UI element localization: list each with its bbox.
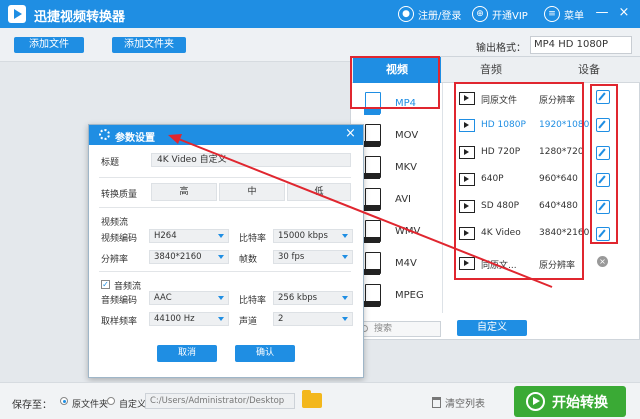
format-item[interactable]: M4V: [351, 247, 442, 281]
format-name: MPEG: [395, 290, 424, 301]
title-bar: 迅捷视频转换器 ● 注册/登录 ⊕ 开通VIP ≡ 菜单 — ×: [0, 0, 640, 28]
video-bitrate-label: 比特率: [239, 234, 267, 244]
app-logo-icon: [8, 5, 26, 23]
video-codec-label: 视频编码: [101, 234, 138, 244]
quality-high-option[interactable]: 高: [151, 183, 217, 201]
divider: [99, 207, 351, 208]
resolution-label: 分辨率: [101, 255, 129, 265]
bottom-bar: 保存至： 原文件夹 自定义 C:/Users/Administrator/Des…: [0, 382, 640, 419]
channel-label: 声道: [239, 317, 258, 327]
save-to-label: 保存至：: [12, 400, 52, 411]
custom-button[interactable]: 自定义: [457, 320, 527, 336]
tab-audio[interactable]: 音频: [447, 57, 535, 83]
vip-button[interactable]: ⊕ 开通VIP: [472, 5, 528, 23]
dialog-header: 参数设置 ×: [89, 125, 363, 145]
source-folder-label: 原文件夹: [72, 400, 109, 410]
format-name: M4V: [395, 258, 417, 269]
tab-device[interactable]: 设备: [541, 57, 637, 83]
sample-rate-select[interactable]: 44100 Hz: [149, 312, 229, 326]
delete-preset-icon[interactable]: ×: [597, 256, 608, 267]
search-placeholder: 搜索: [374, 324, 393, 334]
video-stream-heading: 视频流: [101, 218, 129, 228]
divider: [99, 271, 351, 272]
video-file-icon: [364, 252, 381, 275]
video-file-icon: [364, 220, 381, 243]
cart-icon: ⊕: [472, 6, 488, 22]
audio-codec-label: 音频编码: [101, 296, 138, 306]
dialog-title: 参数设置: [115, 133, 155, 144]
confirm-button[interactable]: 确认: [235, 345, 295, 362]
highlight-box: [350, 56, 440, 109]
title-label: 标题: [101, 158, 120, 168]
add-folder-button[interactable]: 添加文件夹: [112, 37, 186, 53]
custom-folder-label: 自定义: [119, 400, 147, 410]
output-path-input[interactable]: C:/Users/Administrator/Desktop: [145, 393, 295, 409]
channel-select[interactable]: 2: [273, 312, 353, 326]
audio-stream-heading: 音频流: [114, 282, 142, 292]
format-name: MKV: [395, 162, 418, 173]
app-title: 迅捷视频转换器: [34, 10, 126, 25]
format-item[interactable]: MKV: [351, 151, 442, 185]
quality-label: 转换质量: [101, 190, 138, 200]
cancel-button[interactable]: 取消: [157, 345, 217, 362]
quality-low-option[interactable]: 低: [287, 183, 351, 201]
resolution-select[interactable]: 3840*2160: [149, 250, 229, 264]
format-name: WMV: [395, 226, 421, 237]
audio-bitrate-select[interactable]: 256 kbps: [273, 291, 353, 305]
video-file-icon: [364, 156, 381, 179]
fps-select[interactable]: 30 fps: [273, 250, 353, 264]
clear-list-label: 清空列表: [445, 399, 485, 410]
audio-stream-checkbox[interactable]: ✓: [101, 280, 110, 289]
add-file-button[interactable]: 添加文件: [14, 37, 84, 53]
start-convert-label: 开始转换: [552, 395, 608, 411]
minimize-button[interactable]: —: [594, 4, 610, 22]
start-convert-button[interactable]: 开始转换: [514, 386, 626, 417]
video-codec-select[interactable]: H264: [149, 229, 229, 243]
menu-label: 菜单: [564, 10, 584, 22]
quality-medium-option[interactable]: 中: [219, 183, 285, 201]
audio-codec-select[interactable]: AAC: [149, 291, 229, 305]
close-window-button[interactable]: ×: [616, 4, 632, 22]
title-input[interactable]: 4K Video 自定义: [151, 153, 351, 167]
video-file-icon: [364, 188, 381, 211]
format-item[interactable]: AVI: [351, 183, 442, 217]
fps-label: 帧数: [239, 255, 258, 265]
format-search-input[interactable]: 搜索: [355, 321, 441, 337]
format-name: AVI: [395, 194, 411, 205]
format-item[interactable]: MOV: [351, 119, 442, 153]
vip-label: 开通VIP: [492, 10, 528, 22]
menu-button[interactable]: ≡ 菜单: [544, 5, 584, 23]
video-file-icon: [364, 124, 381, 147]
login-label: 注册/登录: [418, 10, 462, 22]
menu-icon: ≡: [544, 6, 560, 22]
trash-icon: [432, 397, 441, 408]
sample-rate-label: 取样频率: [101, 317, 138, 327]
play-icon: [526, 392, 545, 411]
format-list: MP4 MOV MKV AVI WMV M4V MPEG: [351, 83, 443, 313]
output-format-select[interactable]: MP4 HD 1080P: [530, 36, 632, 54]
video-bitrate-select[interactable]: 15000 kbps: [273, 229, 353, 243]
gear-icon: [99, 129, 110, 140]
highlight-box: [590, 84, 618, 244]
login-button[interactable]: ● 注册/登录: [398, 5, 461, 23]
highlight-box: [454, 82, 584, 280]
dialog-close-button[interactable]: ×: [345, 126, 356, 141]
clear-list-button[interactable]: 清空列表: [432, 395, 485, 410]
user-icon: ●: [398, 6, 414, 22]
format-name: MOV: [395, 130, 419, 141]
video-file-icon: [364, 284, 381, 307]
folder-icon[interactable]: [302, 390, 322, 408]
output-format-label: 输出格式：: [476, 43, 526, 54]
source-folder-radio[interactable]: [60, 397, 68, 405]
format-item[interactable]: MPEG: [351, 279, 442, 313]
custom-folder-radio[interactable]: [107, 397, 115, 405]
parameter-settings-dialog: 参数设置 × 标题 4K Video 自定义 转换质量 高 中 低 视频流 视频…: [88, 124, 364, 378]
audio-bitrate-label: 比特率: [239, 296, 267, 306]
divider: [99, 177, 351, 178]
format-item[interactable]: WMV: [351, 215, 442, 249]
